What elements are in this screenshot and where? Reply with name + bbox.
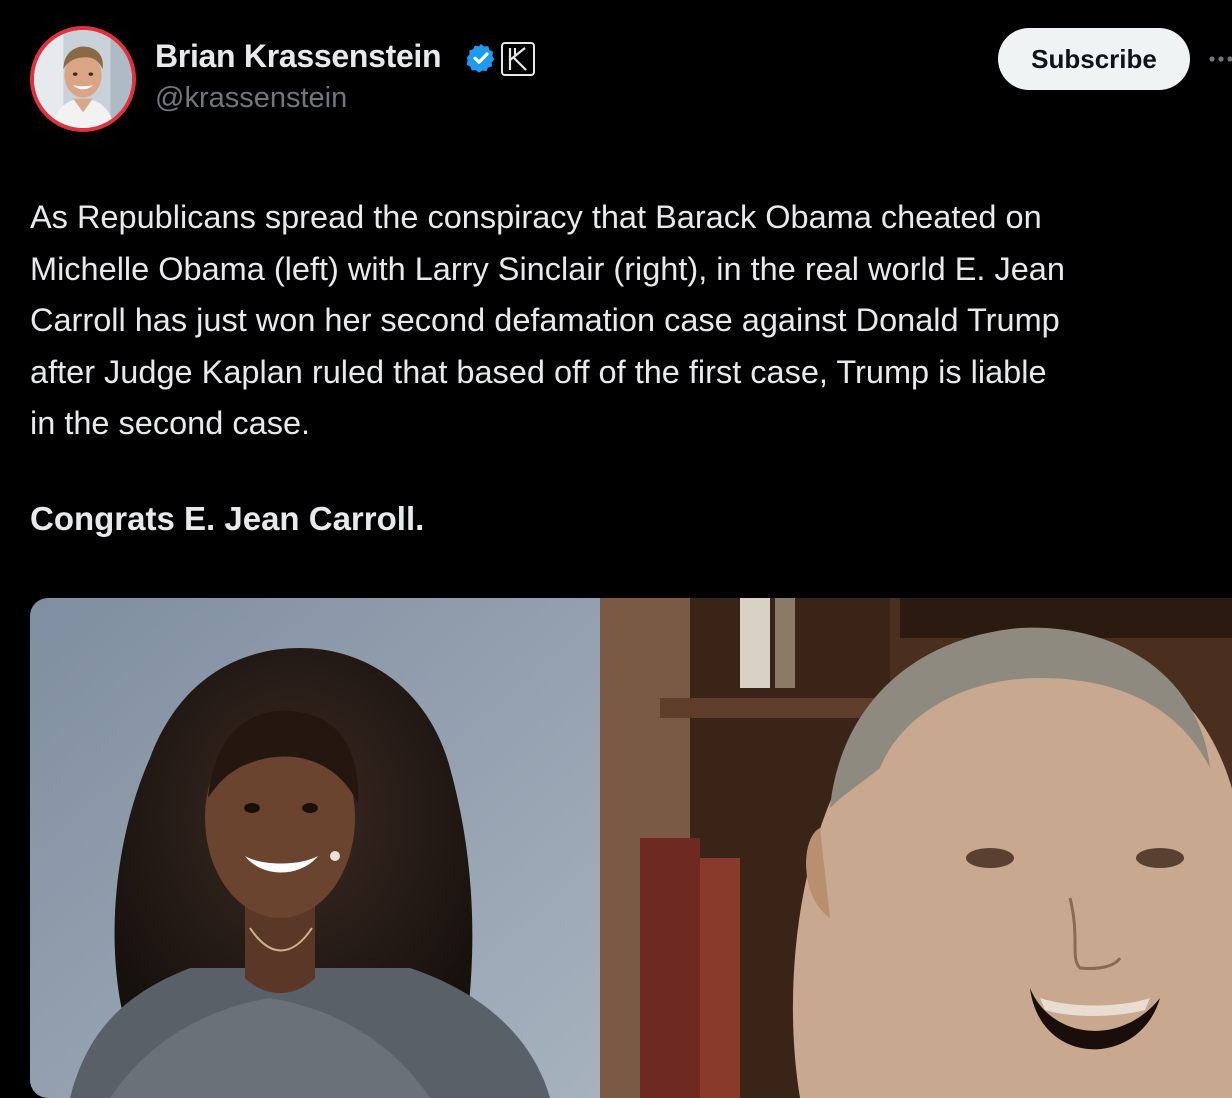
author-handle[interactable]: @krassenstein [155,82,347,115]
author-avatar[interactable] [30,26,136,132]
post-header: Brian Krassenstein @krassenstein Subscri… [0,0,1232,150]
subscribe-button[interactable]: Subscribe [998,28,1190,90]
post-text-line: Michelle Obama (left) with Larry Sinclai… [30,250,1065,287]
avatar-photo [34,30,132,128]
author-display-name[interactable]: Brian Krassenstein [155,38,442,75]
media-image-right[interactable] [600,598,1232,1098]
post-text-line: in the second case. [30,405,311,441]
more-horizontal-icon[interactable] [1208,44,1232,74]
media-image-left[interactable] [30,598,600,1098]
affiliate-badge-icon [501,42,535,76]
verified-badge-icon [466,44,495,73]
post-text-line: As Republicans spread the conspiracy tha… [30,199,1042,235]
post-media[interactable] [30,598,1232,1098]
post-text-line: after Judge Kaplan ruled that based off … [30,353,1047,390]
post-congrats-line: Congrats E. Jean Carroll. [30,500,425,537]
portrait-woman-image [30,598,600,1098]
post-text-line: Carroll has just won her second defamati… [30,302,1060,338]
post-body: As Republicans spread the conspiracy tha… [30,192,1232,450]
portrait-man-image [600,598,1232,1098]
